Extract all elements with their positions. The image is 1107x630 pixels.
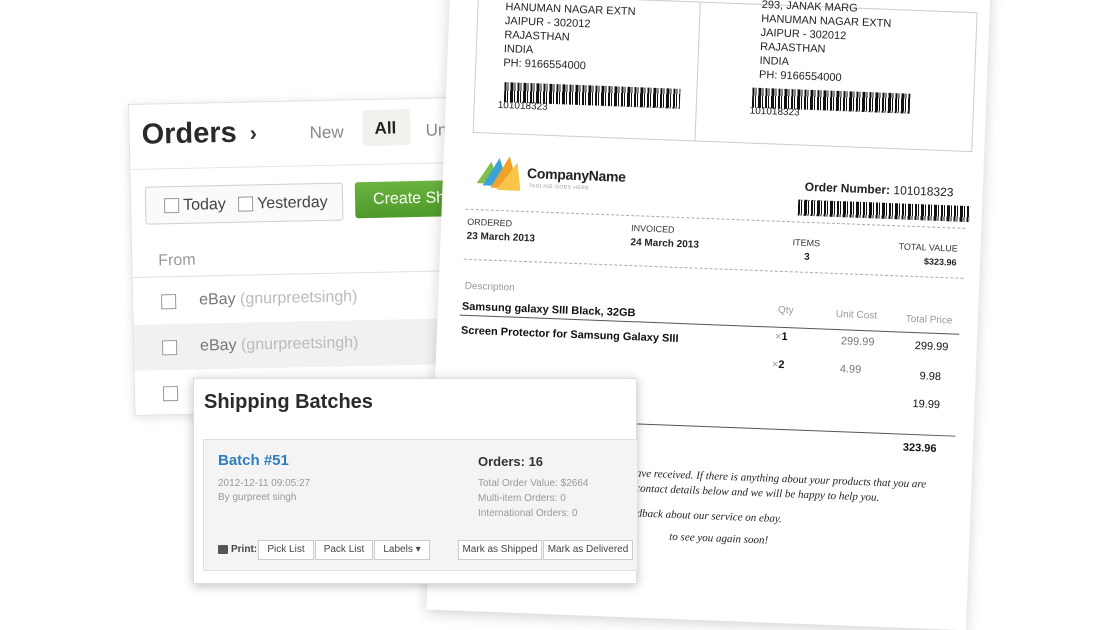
total-value: $323.96 (923, 256, 957, 268)
divider (130, 161, 491, 170)
grand-total: 323.96 (902, 441, 937, 455)
tab-all-label: All (374, 118, 397, 138)
item-unit-cost: 4.99 (839, 363, 862, 377)
column-qty: Qty (777, 304, 794, 317)
thanks-line: to see you again soon! (669, 530, 769, 547)
batch-multi-item: Multi-item Orders: 0 (478, 493, 566, 504)
batch-card: Batch #51 2012-12-11 09:05:27 By gurpree… (203, 439, 638, 571)
row-checkbox[interactable] (161, 340, 178, 356)
filter-today[interactable]: Today (163, 196, 226, 215)
item-total: 9.98 (919, 370, 942, 384)
company-name: CompanyName (526, 165, 626, 185)
invoiced-date: 24 March 2013 (630, 237, 700, 251)
order-barcode (797, 199, 971, 223)
labels-dropdown[interactable]: Labels ▾ (374, 540, 430, 560)
batch-orders-count: Orders: 16 (478, 454, 544, 469)
order-source: eBay (198, 290, 236, 309)
item-name: Screen Protector for Samsung Galaxy SIII (460, 324, 679, 345)
row-checkbox[interactable] (162, 386, 179, 402)
filter-yesterday[interactable]: Yesterday (237, 194, 328, 214)
tab-all[interactable]: All (362, 109, 411, 147)
column-unit-cost: Unit Cost (835, 309, 878, 322)
company-logo (476, 156, 521, 191)
address-left: HANUMAN NAGAR EXTN JAIPUR - 302012 RAJAS… (503, 1, 636, 73)
batch-date: 2012-12-11 09:05:27 (218, 478, 311, 489)
date-filter: Today Yesterday (144, 182, 344, 225)
item-qty: ×1 (774, 330, 788, 344)
divider (463, 258, 964, 279)
items-count: 3 (803, 251, 810, 263)
total-value-label: TOTAL VALUE (898, 241, 958, 254)
printer-icon (218, 545, 228, 554)
mark-shipped-button[interactable]: Mark as Shipped (458, 540, 542, 560)
items-label: ITEMS (792, 237, 821, 249)
chevron-right-icon[interactable]: › (249, 120, 257, 146)
barcode-number-left: 101018323 (497, 99, 548, 113)
thanks-line: e feedback about our service on ebay. (615, 506, 783, 526)
company-tagline: TAGLINE GOES HERE (528, 183, 590, 192)
item-unit-cost: 299.99 (840, 335, 875, 349)
column-total-price: Total Price (905, 313, 953, 327)
ordered-label: ORDERED (467, 216, 513, 229)
batch-link[interactable]: Batch #51 (218, 452, 289, 469)
column-description: Description (464, 280, 515, 294)
pack-list-button[interactable]: Pack List (315, 540, 373, 560)
invoiced-label: INVOICED (630, 223, 675, 235)
batch-international: International Orders: 0 (478, 508, 578, 519)
order-user: (gnurpreetsingh) (240, 334, 359, 354)
column-from: From (158, 251, 196, 270)
checkbox[interactable] (237, 196, 254, 212)
tab-new[interactable]: New (309, 122, 343, 143)
order-number: Order Number: 101018323 (804, 179, 954, 200)
address-right: 293, JANAK MARG HANUMAN NAGAR EXTN JAIPU… (758, 0, 892, 85)
checkbox[interactable] (163, 198, 180, 214)
item-total: 299.99 (914, 340, 949, 354)
subtotal: 19.99 (912, 398, 941, 412)
batch-author: By gurpreet singh (218, 492, 297, 503)
item-qty: ×2 (771, 358, 785, 372)
order-source: eBay (199, 336, 237, 355)
print-label: Print: (231, 544, 258, 555)
shipping-batches-panel: Shipping Batches Batch #51 2012-12-11 09… (193, 378, 638, 584)
barcode-number-right: 101018323 (749, 105, 800, 119)
panel-title: Shipping Batches (204, 391, 373, 413)
row-checkbox[interactable] (160, 294, 177, 310)
order-user: (gnurpreetsingh) (239, 288, 358, 308)
orders-title: Orders (141, 116, 238, 151)
pick-list-button[interactable]: Pick List (258, 540, 314, 560)
batch-total-value: Total Order Value: $2664 (478, 478, 589, 489)
ordered-date: 23 March 2013 (466, 230, 536, 245)
mark-delivered-button[interactable]: Mark as Delivered (543, 540, 633, 560)
